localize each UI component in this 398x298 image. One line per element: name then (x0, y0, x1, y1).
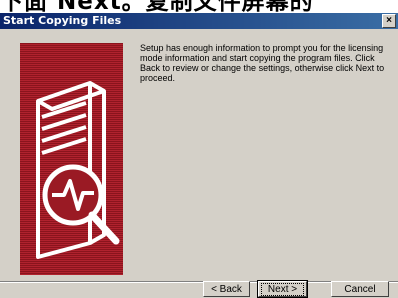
title-bar: Start Copying Files × (0, 13, 398, 29)
content-panel: Setup has enough information to prompt y… (3, 30, 395, 281)
instructions-text: Setup has enough information to prompt y… (140, 43, 385, 83)
cancel-button[interactable]: Cancel (331, 281, 389, 297)
server-monitor-icon (36, 81, 120, 259)
back-button[interactable]: < Back (203, 281, 250, 297)
setup-dialog: Start Copying Files × Setup has enough i… (0, 13, 398, 298)
background-caption: 下面 Next。复制文件屏幕的 (0, 0, 314, 14)
close-button[interactable]: × (382, 14, 396, 28)
cancel-button-label: Cancel (344, 284, 376, 295)
window-title: Start Copying Files (3, 14, 122, 27)
back-button-label: < Back (211, 284, 242, 295)
next-button[interactable]: Next > (257, 280, 308, 298)
next-button-label: Next > (260, 283, 305, 296)
setup-illustration (20, 43, 123, 275)
